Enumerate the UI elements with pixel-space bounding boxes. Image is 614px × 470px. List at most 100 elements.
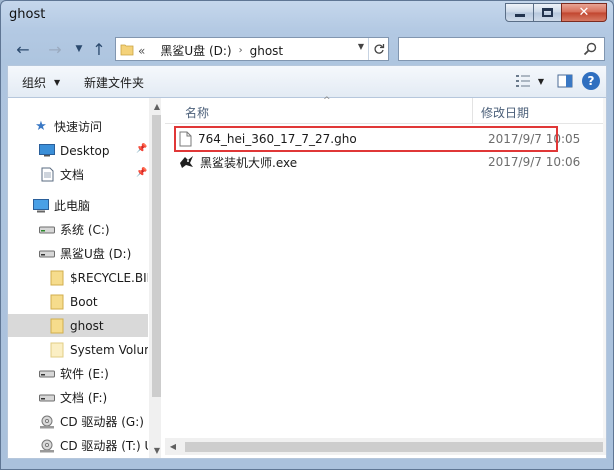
nav-item-drive-d[interactable]: 黑鲨U盘 (D:) — [8, 242, 148, 265]
nav-item-drive-t[interactable]: CD 驱动器 (T:) U — [8, 434, 148, 457]
column-header-row: ^ 名称 修改日期 — [165, 96, 606, 124]
minimize-button[interactable] — [505, 3, 534, 22]
document-icon — [38, 167, 56, 183]
nav-item-label: Boot — [70, 294, 98, 309]
vertical-scroll-track — [603, 98, 606, 438]
file-name: 黑鲨装机大师.exe — [200, 155, 298, 170]
folder-icon — [120, 44, 134, 56]
highlight-box — [174, 126, 558, 152]
details-view-icon — [516, 75, 530, 87]
navigation-scrollbar[interactable]: ▲ ▼ — [149, 98, 161, 458]
scrollbar-thumb[interactable] — [152, 115, 161, 397]
nav-item-label: 软件 (E:) — [60, 367, 109, 381]
nav-item-recycle-bin[interactable]: $RECYCLE.BIN — [8, 266, 148, 289]
column-divider[interactable] — [472, 98, 473, 124]
nav-item-label: Desktop — [60, 143, 110, 158]
nav-item-label: CD 驱动器 (G:) — [60, 415, 144, 429]
close-button[interactable]: ✕ — [561, 3, 607, 22]
command-bar: 组织 ▼ 新建文件夹 ▼ ? — [7, 65, 607, 97]
address-bar[interactable]: « 黑鲨U盘 (D:) › ghost ▼ — [115, 37, 389, 61]
search-icon — [583, 42, 597, 56]
up-arrow-icon: ↑ — [92, 39, 106, 59]
refresh-icon — [374, 44, 384, 54]
back-button[interactable]: ← — [13, 39, 33, 59]
help-button[interactable]: ? — [582, 72, 600, 90]
folder-icon — [48, 270, 66, 286]
nav-item-ghost[interactable]: ghost — [8, 314, 148, 337]
chevron-right-icon[interactable]: › — [239, 45, 243, 56]
breadcrumb-ghost[interactable]: ghost — [250, 44, 284, 58]
nav-item-label: ghost — [70, 318, 104, 333]
breadcrumb: « 黑鲨U盘 (D:) › ghost — [138, 42, 283, 59]
scroll-up-icon[interactable]: ▲ — [149, 98, 161, 114]
star-icon: ★ — [35, 119, 47, 134]
nav-item-label: 黑鲨U盘 (D:) — [60, 247, 132, 261]
new-folder-button[interactable]: 新建文件夹 — [84, 74, 144, 91]
organize-menu[interactable]: 组织 ▼ — [22, 74, 60, 91]
pin-icon[interactable]: 📌 — [136, 168, 147, 178]
change-view-button[interactable] — [512, 70, 534, 92]
close-icon: ✕ — [578, 5, 590, 20]
column-header-name[interactable]: 名称 — [185, 104, 209, 121]
recent-locations-button[interactable]: ▼ — [69, 39, 89, 59]
back-arrow-icon: ← — [16, 39, 30, 59]
nav-item-label: 此电脑 — [54, 199, 91, 213]
sort-ascending-icon: ^ — [323, 96, 331, 106]
maximize-icon — [542, 8, 553, 17]
column-header-modified[interactable]: 修改日期 — [481, 104, 529, 121]
nav-item-label: $RECYCLE.BIN — [70, 270, 148, 285]
drive-icon — [38, 390, 56, 406]
address-dropdown-icon[interactable]: ▼ — [358, 42, 364, 51]
search-box[interactable] — [398, 37, 605, 61]
nav-item-label: System Volume Information — [70, 342, 148, 357]
file-modified: 2017/9/7 10:06 — [488, 155, 581, 169]
nav-item-label: 系统 (C:) — [60, 223, 110, 237]
pin-icon[interactable]: 📌 — [136, 144, 147, 154]
navigation-row: ← → ▼ ↑ « 黑鲨U盘 (D:) › ghost ▼ — [1, 35, 613, 63]
breadcrumb-overflow[interactable]: « — [138, 44, 145, 58]
nav-item-quick-access[interactable]: ★ 快速访问 — [8, 115, 148, 138]
caption-buttons: ✕ — [505, 3, 607, 22]
nav-item-system-volume-information[interactable]: System Volume Information — [8, 338, 148, 361]
nav-item-drive-c[interactable]: 系统 (C:) — [8, 218, 148, 241]
nav-item-drive-e[interactable]: 软件 (E:) — [8, 362, 148, 385]
nav-item-boot[interactable]: Boot — [8, 290, 148, 313]
breadcrumb-drive[interactable]: 黑鲨U盘 (D:) — [160, 42, 231, 59]
nav-item-documents[interactable]: 文档 — [8, 163, 148, 186]
desktop-icon — [38, 143, 56, 159]
refresh-button[interactable] — [368, 38, 388, 60]
nav-item-label: 文档 (F:) — [60, 391, 108, 405]
computer-icon — [32, 198, 50, 214]
nav-item-label: CD 驱动器 (T:) U — [60, 439, 148, 453]
nav-item-drive-g[interactable]: CD 驱动器 (G:) — [8, 410, 148, 433]
nav-item-label: 文档 — [60, 168, 85, 182]
scrollbar-thumb[interactable] — [185, 442, 603, 452]
minimize-icon — [514, 14, 525, 17]
file-list: ^ 名称 修改日期 764_hei_360_17_7_27.gho 2017/9… — [165, 96, 606, 458]
explorer-body: ★ 快速访问 Desktop 📌 文档 📌 此电脑 系统 (C:) 黑鲨U盘 (… — [7, 96, 607, 459]
nav-item-drive-f[interactable]: 文档 (F:) — [8, 386, 148, 409]
help-icon: ? — [587, 74, 595, 88]
more-views-button[interactable]: ▼ — [534, 70, 548, 92]
chevron-down-icon: ▼ — [537, 76, 545, 86]
folder-icon — [48, 342, 66, 358]
nav-item-desktop[interactable]: Desktop — [8, 139, 148, 162]
horizontal-scrollbar[interactable]: ◀ — [165, 438, 606, 455]
view-controls: ▼ ? — [512, 70, 606, 92]
scroll-down-icon[interactable]: ▼ — [149, 442, 161, 458]
file-row[interactable]: 黑鲨装机大师.exe 2017/9/7 10:06 — [179, 151, 599, 173]
nav-item-label: 快速访问 — [54, 120, 103, 134]
cd-drive-icon — [38, 438, 56, 454]
maximize-button[interactable] — [533, 3, 562, 22]
usb-drive-icon — [38, 246, 56, 262]
scroll-left-icon[interactable]: ◀ — [165, 438, 181, 455]
title-bar[interactable]: ghost ✕ — [1, 1, 613, 33]
forward-arrow-icon: → — [48, 39, 62, 59]
folder-icon — [48, 294, 66, 310]
up-button[interactable]: ↑ — [89, 39, 109, 59]
chevron-down-icon: ▼ — [75, 44, 83, 54]
preview-pane-icon — [557, 74, 573, 88]
nav-item-this-pc[interactable]: 此电脑 — [8, 194, 148, 217]
forward-button[interactable]: → — [45, 39, 65, 59]
preview-pane-button[interactable] — [554, 70, 576, 92]
